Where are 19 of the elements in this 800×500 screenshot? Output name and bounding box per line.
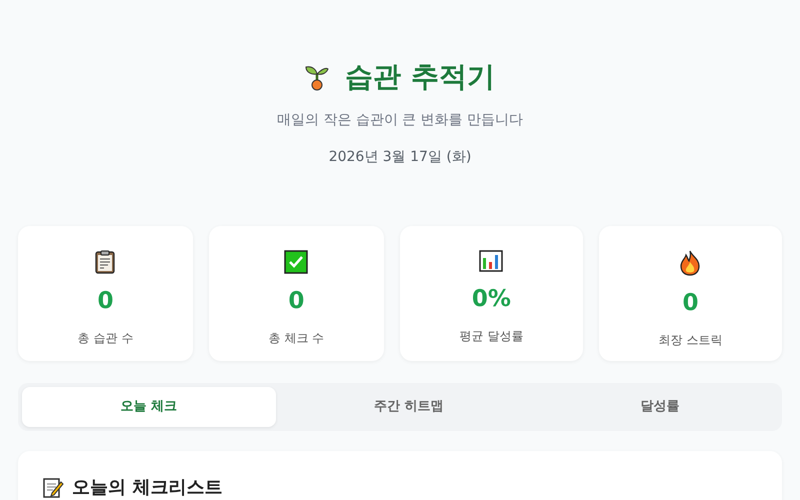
stat-value: 0 <box>288 290 304 313</box>
checkmark-icon <box>284 250 308 274</box>
stat-value: 0 <box>97 290 114 313</box>
bar-chart-icon <box>479 250 504 272</box>
stat-label: 총 체크 수 <box>268 330 324 347</box>
subtitle: 매일의 작은 습관이 큰 변화를 만듭니다 <box>276 110 524 130</box>
stat-label: 총 습관 수 <box>78 330 134 347</box>
tab[interactable]: 주간 히트맵 <box>276 387 542 427</box>
tab[interactable]: 오늘 체크 <box>22 387 276 427</box>
tab[interactable]: 달성률 <box>542 387 778 427</box>
fire-icon <box>679 250 702 276</box>
stat-value: 0 <box>682 292 698 315</box>
stat-label: 최장 스트릭 <box>658 332 722 349</box>
clipboard-icon <box>94 250 116 274</box>
app-title: 습관 추적기 <box>345 60 495 94</box>
stat-label: 평균 달성률 <box>459 328 524 345</box>
date-text: 2026년 3월 17일 (화) <box>328 148 472 167</box>
stat-value: 0% <box>472 288 511 311</box>
section-title: 오늘의 체크리스트 <box>72 477 222 499</box>
